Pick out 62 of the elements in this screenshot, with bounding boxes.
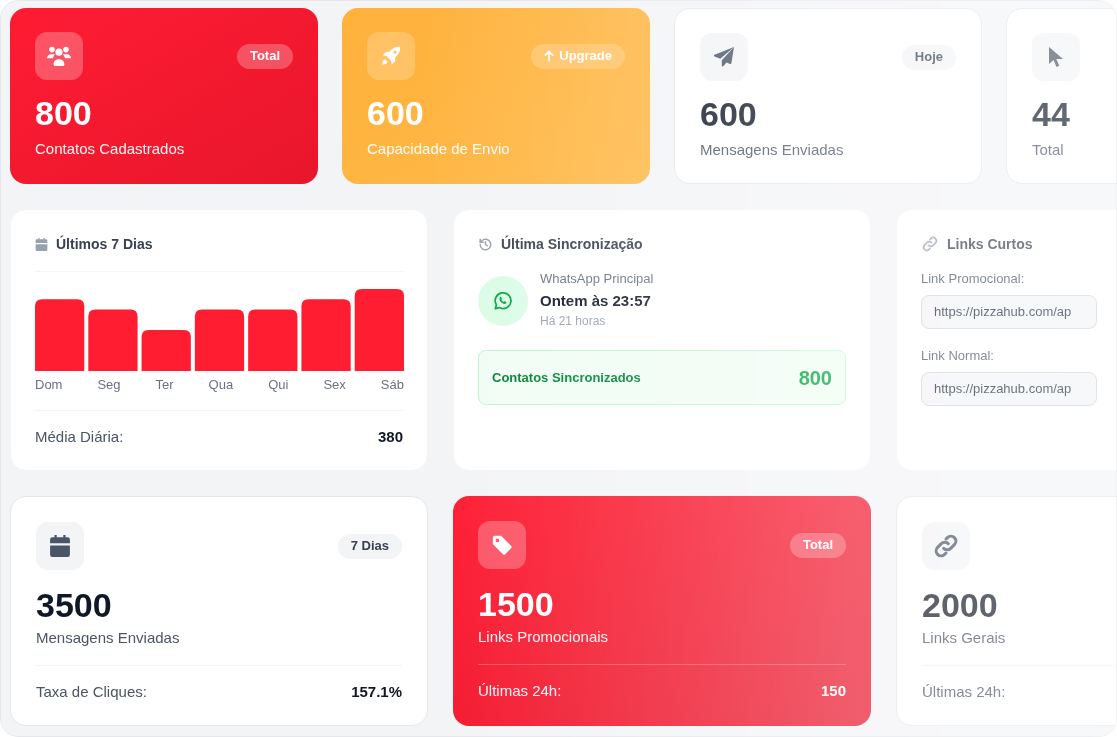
calendar-icon [35, 237, 48, 251]
arrow-up-icon [544, 50, 555, 62]
footer-value: 150 [820, 680, 846, 701]
cursor-icon [1032, 33, 1080, 81]
stat-value: 600 [367, 95, 425, 131]
stat-label: Capacidade de Envio [367, 139, 511, 159]
stat-badge: 7 Dias [337, 533, 402, 559]
stat-value: 2000 [922, 587, 999, 623]
account-name: WhatsApp Principal [540, 271, 654, 287]
chart-bar [141, 330, 191, 371]
synced-count: 800 [798, 365, 832, 391]
chart-bar [301, 299, 351, 371]
stat-value: 800 [35, 95, 93, 131]
footer-label: Taxa de Cliques: [36, 681, 147, 702]
paper-plane-icon [700, 33, 748, 81]
chart-bar [88, 309, 138, 371]
axis-label: Ter [155, 376, 174, 394]
footer-label: Últimas 24h: [922, 681, 1006, 702]
chat-phone-icon [478, 276, 528, 326]
stat-label: Links Gerais [922, 628, 1007, 648]
axis-label: Dom [35, 376, 63, 394]
card-title: Links Curtos [947, 234, 1033, 254]
calendar-icon [36, 522, 84, 570]
sync-time: Ontem às 23:57 [540, 291, 652, 311]
footer-value: 380 [377, 426, 403, 447]
stat-label: Mensagens Enviadas [700, 140, 845, 160]
users-icon [35, 32, 83, 80]
stat-badge: Total [789, 532, 846, 558]
axis-label: Sáb [380, 376, 404, 394]
field-label: Link Normal: [921, 347, 995, 365]
stat-value: 600 [700, 96, 758, 132]
link-field[interactable]: https://pizzahub.com/ap [921, 372, 1097, 406]
stat-value: 1500 [478, 586, 555, 622]
card-title: Últimos 7 Dias [56, 234, 153, 254]
tag-icon [478, 521, 526, 569]
link-field[interactable]: https://pizzahub.com/ap [921, 295, 1097, 329]
axis-label: Sex [323, 376, 346, 394]
axis-label: Qui [268, 376, 289, 394]
axis-label: Qua [208, 376, 234, 394]
rocket-icon [367, 32, 415, 80]
link-icon [921, 235, 939, 253]
axis-label: Seg [97, 376, 121, 394]
footer-label: Últimas 24h: [478, 680, 562, 701]
stat-label: Contatos Cadastrados [35, 139, 186, 159]
stat-label: Mensagens Enviadas [36, 628, 181, 648]
history-icon [478, 236, 493, 252]
card-title: Última Sincronização [501, 234, 643, 254]
stat-label: Links Promocionais [478, 627, 610, 647]
stat-label: Total [1032, 140, 1065, 160]
chart-bar [35, 299, 85, 371]
stat-badge: Total [236, 43, 293, 69]
footer-label: Média Diária: [35, 426, 124, 447]
stat-value: 3500 [36, 587, 113, 623]
link-icon [922, 522, 970, 570]
chart-bar [248, 309, 298, 371]
chart-bar [194, 309, 245, 371]
stat-badge: Hoje [901, 44, 956, 70]
synced-label: Contatos Sincronizados [492, 368, 641, 387]
sync-ago: Há 21 horas [540, 313, 607, 329]
stat-value: 44 [1032, 96, 1071, 132]
field-label: Link Promocional: [921, 270, 1026, 288]
footer-value: 157.1% [351, 681, 402, 702]
